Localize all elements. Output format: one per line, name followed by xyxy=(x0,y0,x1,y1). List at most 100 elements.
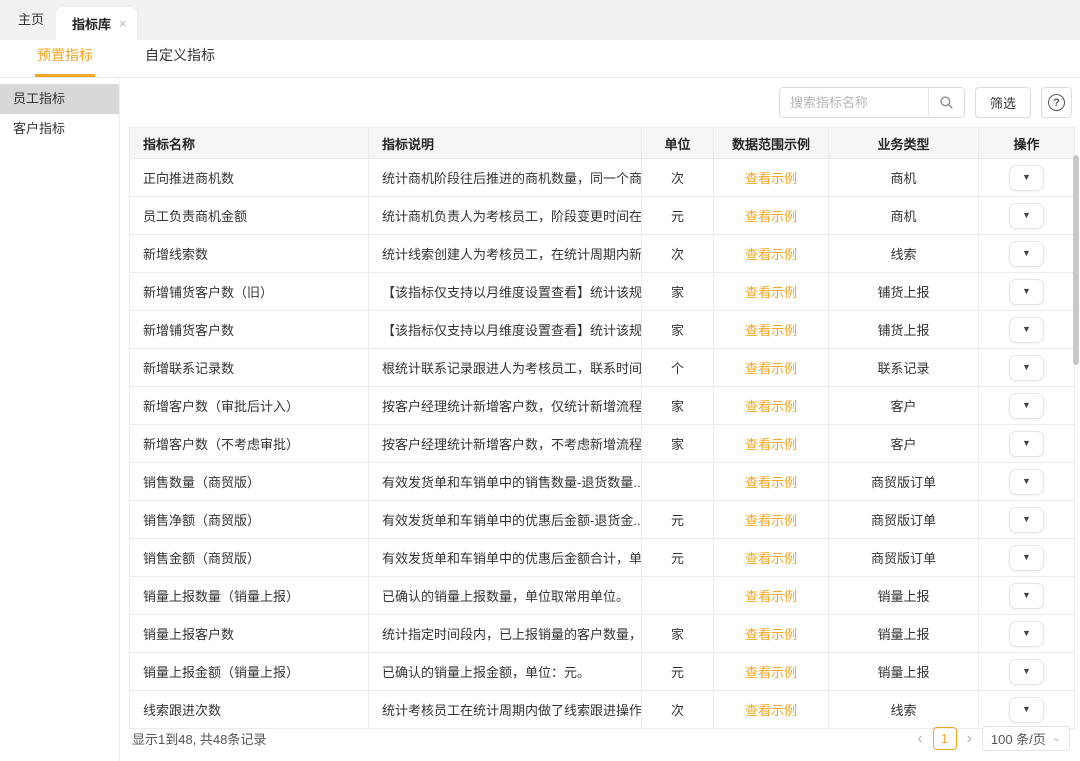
row-actions-dropdown-button[interactable]: ▼ xyxy=(1009,659,1044,685)
main-content: 筛选 ? 指标名称 指标说明 单位 数据 xyxy=(120,78,1080,761)
indicator-name-cell: 销售净额（商贸版） xyxy=(130,501,369,539)
row-actions-dropdown-button[interactable]: ▼ xyxy=(1009,279,1044,305)
row-actions-dropdown-button[interactable]: ▼ xyxy=(1009,241,1044,267)
table-header-row: 指标名称 指标说明 单位 数据范围示例 业务类型 操作 xyxy=(130,128,1075,159)
operation-cell: ▼ xyxy=(979,159,1075,197)
indicator-desc-cell: 按客户经理统计新增客户数，不考虑新增流程... xyxy=(369,425,642,463)
table-row: 新增铺货客户数 【该指标仅支持以月维度设置查看】统计该规... 家 查看示例 铺… xyxy=(130,311,1075,349)
row-actions-dropdown-button[interactable]: ▼ xyxy=(1009,469,1044,495)
sidebar-item-customer-indicators[interactable]: 客户指标 xyxy=(0,114,119,144)
row-actions-dropdown-button[interactable]: ▼ xyxy=(1009,203,1044,229)
operation-cell: ▼ xyxy=(979,615,1075,653)
header-indicator-name: 指标名称 xyxy=(130,128,369,159)
business-type-cell: 客户 xyxy=(829,425,979,463)
business-type-cell: 销量上报 xyxy=(829,615,979,653)
view-example-link[interactable]: 查看示例 xyxy=(745,399,797,414)
close-icon[interactable]: × xyxy=(119,16,127,31)
footer-bar: 显示1到48, 共48条记录 ‹ 1 › 100 条/页 ⌄ xyxy=(120,717,1080,761)
table-scrollbar[interactable] xyxy=(1073,155,1079,365)
row-actions-dropdown-button[interactable]: ▼ xyxy=(1009,545,1044,571)
operation-cell: ▼ xyxy=(979,577,1075,615)
indicator-name-cell: 销售数量（商贸版） xyxy=(130,463,369,501)
operation-cell: ▼ xyxy=(979,425,1075,463)
table-row: 正向推进商机数 统计商机阶段往后推进的商机数量，同一个商... 次 查看示例 商… xyxy=(130,159,1075,197)
view-example-link[interactable]: 查看示例 xyxy=(745,171,797,186)
filter-button[interactable]: 筛选 xyxy=(975,87,1031,118)
search-box xyxy=(779,87,965,118)
example-cell: 查看示例 xyxy=(714,197,829,235)
example-cell: 查看示例 xyxy=(714,501,829,539)
row-actions-dropdown-button[interactable]: ▼ xyxy=(1009,355,1044,381)
pagination: ‹ 1 › 100 条/页 ⌄ xyxy=(915,726,1070,751)
view-example-link[interactable]: 查看示例 xyxy=(745,589,797,604)
search-icon[interactable] xyxy=(928,88,964,117)
unit-cell: 元 xyxy=(642,197,714,235)
business-type-cell: 客户 xyxy=(829,387,979,425)
view-example-link[interactable]: 查看示例 xyxy=(745,703,797,718)
view-example-link[interactable]: 查看示例 xyxy=(745,323,797,338)
table-row: 销售金额（商贸版） 有效发货单和车销单中的优惠后金额合计，单... 元 查看示例… xyxy=(130,539,1075,577)
business-type-cell: 铺货上报 xyxy=(829,273,979,311)
indicator-name-cell: 新增铺货客户数（旧） xyxy=(130,273,369,311)
operation-cell: ▼ xyxy=(979,653,1075,691)
table-row: 新增联系记录数 根统计联系记录跟进人为考核员工，联系时间... 个 查看示例 联… xyxy=(130,349,1075,387)
view-example-link[interactable]: 查看示例 xyxy=(745,247,797,262)
indicator-desc-cell: 统计指定时间段内，已上报销量的客户数量，... xyxy=(369,615,642,653)
row-actions-dropdown-button[interactable]: ▼ xyxy=(1009,507,1044,533)
current-page-button[interactable]: 1 xyxy=(933,727,957,750)
caret-down-icon: ▼ xyxy=(1022,249,1031,258)
example-cell: 查看示例 xyxy=(714,577,829,615)
caret-down-icon: ▼ xyxy=(1022,477,1031,486)
row-actions-dropdown-button[interactable]: ▼ xyxy=(1009,621,1044,647)
sub-tab-bar: 预置指标 自定义指标 xyxy=(0,40,1080,78)
row-actions-dropdown-button[interactable]: ▼ xyxy=(1009,317,1044,343)
table-row: 销售数量（商贸版） 有效发货单和车销单中的销售数量-退货数量... 查看示例 商… xyxy=(130,463,1075,501)
search-input[interactable] xyxy=(780,88,928,117)
business-type-cell: 商贸版订单 xyxy=(829,501,979,539)
prev-page-button[interactable]: ‹ xyxy=(915,731,924,747)
view-example-link[interactable]: 查看示例 xyxy=(745,361,797,376)
indicator-name-cell: 员工负责商机金额 xyxy=(130,197,369,235)
view-example-link[interactable]: 查看示例 xyxy=(745,627,797,642)
row-actions-dropdown-button[interactable]: ▼ xyxy=(1009,165,1044,191)
tab-indicator-library[interactable]: 指标库 × xyxy=(56,7,137,40)
view-example-link[interactable]: 查看示例 xyxy=(745,551,797,566)
table-row: 新增线索数 统计线索创建人为考核员工，在统计周期内新... 次 查看示例 线索 … xyxy=(130,235,1075,273)
tab-preset-indicators[interactable]: 预置指标 xyxy=(35,45,95,77)
page-size-select[interactable]: 100 条/页 ⌄ xyxy=(982,726,1070,751)
business-type-cell: 铺货上报 xyxy=(829,311,979,349)
view-example-link[interactable]: 查看示例 xyxy=(745,285,797,300)
indicator-desc-cell: 按客户经理统计新增客户数，仅统计新增流程... xyxy=(369,387,642,425)
toolbar: 筛选 ? xyxy=(120,78,1080,127)
unit-cell xyxy=(642,577,714,615)
table-row: 员工负责商机金额 统计商机负责人为考核员工，阶段变更时间在... 元 查看示例 … xyxy=(130,197,1075,235)
indicator-table: 指标名称 指标说明 单位 数据范围示例 业务类型 操作 正向推进商机数 统计商机… xyxy=(129,127,1074,717)
caret-down-icon: ▼ xyxy=(1022,515,1031,524)
example-cell: 查看示例 xyxy=(714,387,829,425)
view-example-link[interactable]: 查看示例 xyxy=(745,665,797,680)
view-example-link[interactable]: 查看示例 xyxy=(745,475,797,490)
tab-custom-indicators[interactable]: 自定义指标 xyxy=(143,45,217,77)
indicator-name-cell: 新增铺货客户数 xyxy=(130,311,369,349)
tab-home[interactable]: 主页 xyxy=(14,9,56,40)
next-page-button[interactable]: › xyxy=(965,731,974,747)
unit-cell: 元 xyxy=(642,501,714,539)
example-cell: 查看示例 xyxy=(714,159,829,197)
row-actions-dropdown-button[interactable]: ▼ xyxy=(1009,393,1044,419)
example-cell: 查看示例 xyxy=(714,311,829,349)
example-cell: 查看示例 xyxy=(714,653,829,691)
view-example-link[interactable]: 查看示例 xyxy=(745,437,797,452)
header-operation: 操作 xyxy=(979,128,1075,159)
row-actions-dropdown-button[interactable]: ▼ xyxy=(1009,583,1044,609)
table-row: 销量上报金额（销量上报） 已确认的销量上报金额，单位：元。 元 查看示例 销量上… xyxy=(130,653,1075,691)
view-example-link[interactable]: 查看示例 xyxy=(745,513,797,528)
row-actions-dropdown-button[interactable]: ▼ xyxy=(1009,431,1044,457)
unit-cell: 次 xyxy=(642,235,714,273)
help-button[interactable]: ? xyxy=(1041,87,1072,118)
header-business-type: 业务类型 xyxy=(829,128,979,159)
caret-down-icon: ▼ xyxy=(1022,439,1031,448)
sidebar-item-employee-indicators[interactable]: 员工指标 xyxy=(0,84,119,114)
view-example-link[interactable]: 查看示例 xyxy=(745,209,797,224)
table-row: 新增铺货客户数（旧） 【该指标仅支持以月维度设置查看】统计该规... 家 查看示… xyxy=(130,273,1075,311)
header-unit: 单位 xyxy=(642,128,714,159)
